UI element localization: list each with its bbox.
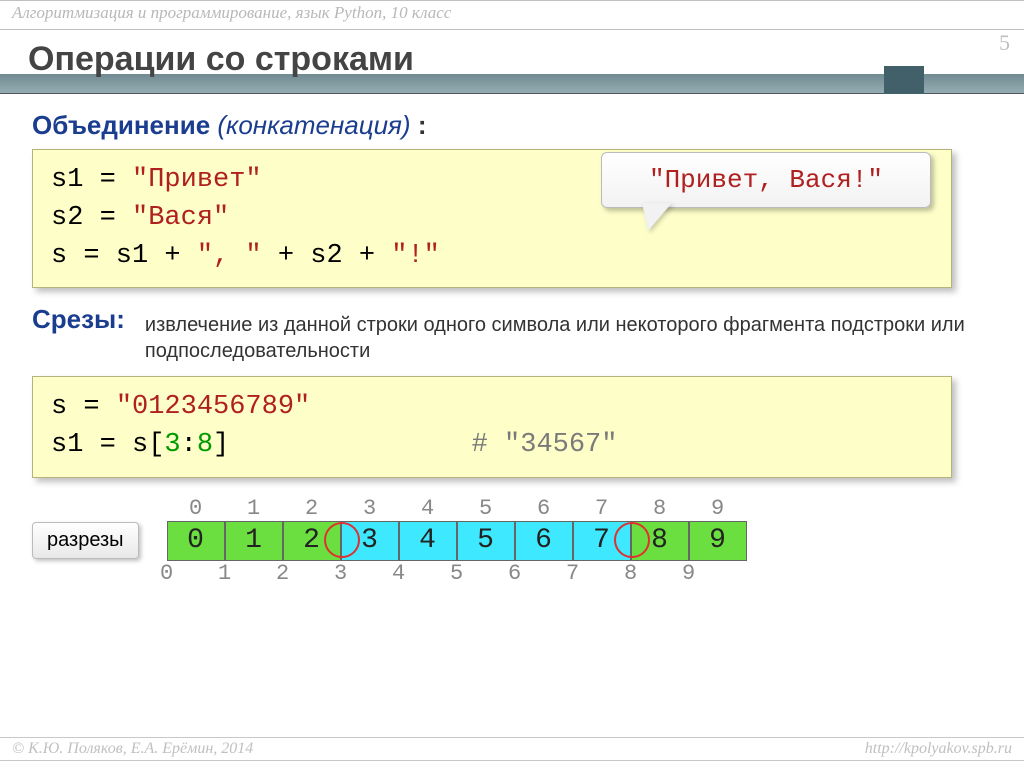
- idx-bottom-cell: 3: [312, 561, 370, 586]
- code-block-slice: s = "0123456789" s1 = s[3:8] # "34567": [32, 376, 952, 478]
- slide-title: Операции со строками: [28, 40, 414, 79]
- page-number: 5: [999, 30, 1010, 56]
- idx-bottom-cell: 9: [660, 561, 718, 586]
- idx-top-cell: 1: [225, 496, 283, 521]
- char-cell: 0: [167, 521, 225, 561]
- footer-copyright: © К.Ю. Поляков, Е.А. Ерёмин, 2014: [12, 740, 253, 758]
- cuts-label-box: разрезы: [32, 522, 139, 559]
- char-cell: 1: [225, 521, 283, 561]
- idx-top-cell: 3: [341, 496, 399, 521]
- speech-bubble-result: "Привет, Вася!": [601, 152, 931, 208]
- char-cell: 9: [689, 521, 747, 561]
- idx-top-cell: 0: [167, 496, 225, 521]
- idx-top-cell: 7: [573, 496, 631, 521]
- idx-bottom-cell: 6: [486, 561, 544, 586]
- index-diagram: разрезы 0123456789 0123456789 0123456789: [32, 496, 992, 586]
- char-cell: 7: [573, 521, 631, 561]
- idx-top-cell: 9: [689, 496, 747, 521]
- char-cell: 6: [515, 521, 573, 561]
- title-bar: Операции со строками: [0, 36, 1024, 94]
- idx-top-cell: 5: [457, 496, 515, 521]
- section-concat-heading: Объединение (конкатенация) :: [32, 110, 992, 141]
- code-block-concat: s1 = "Привет" s2 = "Вася" s = s1 + ", " …: [32, 149, 952, 288]
- index-row-top: 0123456789: [167, 496, 747, 521]
- slide-footer: © К.Ю. Поляков, Е.А. Ерёмин, 2014 http:/…: [0, 737, 1024, 761]
- slices-description: извлечение из данной строки одного симво…: [145, 312, 992, 364]
- char-cells-row: 0123456789: [167, 521, 747, 561]
- section-slices-heading: Срезы:: [32, 304, 125, 335]
- char-cell: 8: [631, 521, 689, 561]
- idx-bottom-cell: 1: [196, 561, 254, 586]
- char-cell: 5: [457, 521, 515, 561]
- idx-bottom-cell: 8: [602, 561, 660, 586]
- index-row-bottom: 0123456789: [138, 561, 747, 586]
- char-cell: 2: [283, 521, 341, 561]
- idx-bottom-cell: 7: [544, 561, 602, 586]
- idx-top-cell: 8: [631, 496, 689, 521]
- slide-header: Алгоритмизация и программирование, язык …: [0, 0, 1024, 30]
- char-cell: 4: [399, 521, 457, 561]
- footer-url: http://kpolyakov.spb.ru: [865, 740, 1012, 758]
- idx-top-cell: 4: [399, 496, 457, 521]
- idx-bottom-cell: 5: [428, 561, 486, 586]
- idx-top-cell: 2: [283, 496, 341, 521]
- idx-bottom-cell: 2: [254, 561, 312, 586]
- idx-bottom-cell: 4: [370, 561, 428, 586]
- idx-bottom-cell: 0: [138, 561, 196, 586]
- idx-top-cell: 6: [515, 496, 573, 521]
- char-cell: 3: [341, 521, 399, 561]
